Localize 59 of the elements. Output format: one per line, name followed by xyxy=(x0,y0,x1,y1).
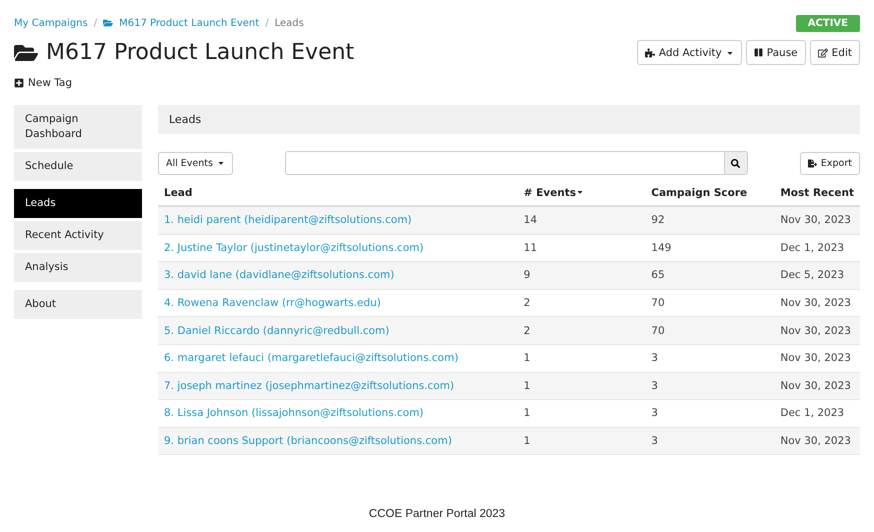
table-cell: Nov 30, 2023 xyxy=(774,372,860,400)
breadcrumb-current: Leads xyxy=(274,18,304,28)
export-icon xyxy=(808,158,817,168)
events-filter-dropdown[interactable]: All Events xyxy=(158,152,233,174)
footer-text: CCOE Partner Portal 2023 xyxy=(368,508,506,520)
table-cell: 70 xyxy=(645,289,774,317)
table-cell: 149 xyxy=(645,234,774,262)
table-cell: Dec 5, 2023 xyxy=(774,262,860,290)
edit-button[interactable]: Edit xyxy=(810,40,860,65)
table-cell: 9 xyxy=(518,262,646,290)
table-cell: 11 xyxy=(518,234,646,262)
pause-icon xyxy=(754,48,763,57)
caret-icon xyxy=(216,159,225,167)
table-cell: 92 xyxy=(645,206,774,234)
table-cell: 1 xyxy=(518,344,646,372)
new-tag-link[interactable]: New Tag xyxy=(14,77,860,89)
edit-icon xyxy=(818,48,828,58)
pause-button[interactable]: Pause xyxy=(746,40,806,65)
folder-icon xyxy=(103,18,114,28)
puzzle-icon xyxy=(644,48,655,58)
export-button[interactable]: Export xyxy=(800,152,860,174)
sidebar-item[interactable]: About xyxy=(14,290,142,319)
breadcrumb-link[interactable]: M617 Product Launch Event xyxy=(119,18,260,28)
table-cell: Dec 1, 2023 xyxy=(774,234,860,262)
table-cell: 2 xyxy=(518,289,646,317)
table-cell: Nov 30, 2023 xyxy=(774,427,860,455)
table-cell: 1 xyxy=(518,427,646,455)
table-cell: 3 xyxy=(645,427,774,455)
table-cell: Nov 30, 2023 xyxy=(774,206,860,234)
table-cell: 65 xyxy=(645,262,774,290)
table-cell: 1 xyxy=(518,400,646,428)
breadcrumb-separator: / xyxy=(94,18,98,28)
breadcrumb-separator: / xyxy=(265,18,269,28)
table-cell: Nov 30, 2023 xyxy=(774,316,860,344)
table-cell: 14 xyxy=(518,206,646,234)
status-badge: ACTIVE xyxy=(796,14,860,32)
plus-icon xyxy=(14,78,24,88)
table-cell: Nov 30, 2023 xyxy=(774,289,860,317)
search-field[interactable] xyxy=(284,151,724,175)
sidebar-item[interactable]: Recent Activity xyxy=(14,221,142,250)
table-cell: 70 xyxy=(645,316,774,344)
search-button[interactable] xyxy=(724,151,748,175)
sidebar-item[interactable]: Campaign Dashboard xyxy=(14,105,142,149)
sidebar-item[interactable]: Schedule xyxy=(14,152,142,181)
table-cell: 3 xyxy=(645,400,774,428)
table-cell: 1 xyxy=(518,372,646,400)
table-cell: Nov 30, 2023 xyxy=(774,344,860,372)
page-title: M617 Product Launch Event xyxy=(46,40,354,65)
breadcrumb-link[interactable]: My Campaigns xyxy=(14,18,88,28)
panel-header: Leads xyxy=(158,105,860,134)
sidebar-item[interactable]: Analysis xyxy=(14,253,142,282)
add-activity-button[interactable]: Add Activity xyxy=(636,40,742,65)
table-cell: Dec 1, 2023 xyxy=(774,400,860,428)
table-cell: 3 xyxy=(645,372,774,400)
sidebar-item[interactable]: Leads xyxy=(14,189,142,218)
search-icon xyxy=(731,158,740,168)
table-cell: 3 xyxy=(645,344,774,372)
table-cell: 2 xyxy=(518,316,646,344)
sort-icon xyxy=(576,188,584,196)
